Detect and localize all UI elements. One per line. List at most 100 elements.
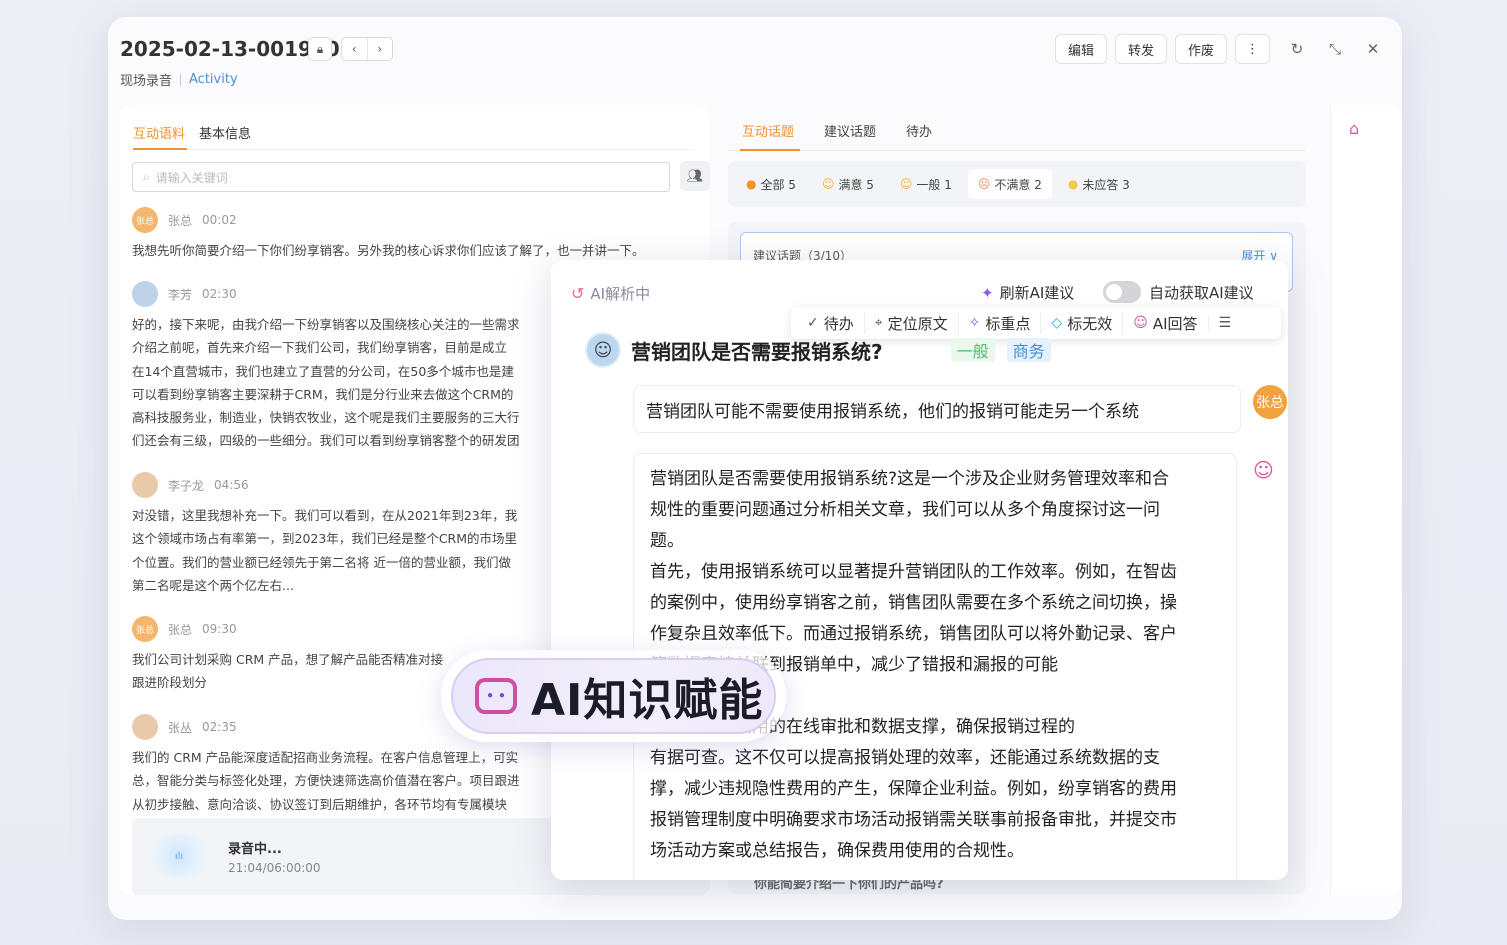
collapse-icon[interactable]: ⤡ <box>1324 38 1346 60</box>
question-row: ☺ 营销团队是否需要报销系统? 一般 商务 <box>585 332 1051 368</box>
tab-divider <box>133 149 693 150</box>
filter-label: 全部 5 <box>760 177 796 192</box>
customer-reply: 营销团队可能不需要使用报销系统，他们的报销可能走另一个系统 <box>633 385 1241 433</box>
breadcrumb-activity-link[interactable]: Activity <box>189 72 238 87</box>
tab-todo[interactable]: 待办 <box>906 121 932 140</box>
edit-button[interactable]: 编辑 <box>1054 34 1107 64</box>
robot-icon: ☺ <box>1253 458 1274 482</box>
speaker-name: 张总 <box>168 213 193 228</box>
ai-status: ↺ AI解析中 <box>571 283 650 304</box>
sparkle-icon: ✦ <box>981 283 994 302</box>
tab-interaction-corpus[interactable]: 互动语料 <box>133 123 185 142</box>
auto-ai-label: 自动获取AI建议 <box>1149 284 1254 302</box>
lock-icon: 🔒︎ <box>316 41 324 56</box>
search-placeholder: 请输入关键词 <box>155 170 228 185</box>
robot-icon: • • <box>475 678 517 714</box>
avatar: 张总 <box>132 616 158 642</box>
timestamp[interactable]: 09:30 <box>202 622 237 636</box>
check-circle-icon: ✓ <box>807 315 819 331</box>
filter-satisfied[interactable]: ☺ 满意 5 <box>812 169 884 199</box>
feature-badge-inner: • • AI知识赋能 <box>451 658 776 734</box>
mark-key-button[interactable]: ✧ 标重点 <box>957 312 1041 334</box>
avatar <box>132 281 158 307</box>
toolbar-label: 待办 <box>823 314 854 333</box>
refresh-icon[interactable]: ↻ <box>1286 38 1308 60</box>
speaker-name: 李芳 <box>168 287 193 302</box>
toolbar-label: 标重点 <box>985 314 1031 333</box>
prev-button[interactable]: ‹ <box>342 38 367 60</box>
mark-invalid-button[interactable]: ◇ 标无效 <box>1040 312 1122 334</box>
tab-basic-info[interactable]: 基本信息 <box>199 123 251 142</box>
todo-button[interactable]: ✓ 待办 <box>797 313 864 334</box>
smile-icon: ☺ <box>821 177 835 191</box>
category-tag: 商务 <box>1006 338 1051 362</box>
avatar <box>132 472 158 498</box>
search-icon: ⌕ <box>143 169 150 184</box>
recording-time: 21:04/06:00:00 <box>228 861 321 875</box>
list-menu-button[interactable]: ☰ <box>1207 315 1242 331</box>
neutral-face-icon: ☺ <box>899 177 913 191</box>
feature-badge-text: AI知识赋能 <box>531 675 764 726</box>
speaker-name: 李子龙 <box>168 478 205 493</box>
filter-unanswered[interactable]: ● 未应答 3 <box>1058 169 1140 199</box>
search-input[interactable]: ⌕ 请输入关键词 <box>132 162 670 192</box>
locate-source-button[interactable]: ⌖ 定位原文 <box>863 312 958 334</box>
avatar: ☺ <box>585 332 621 368</box>
elapsed-time: 21:04 <box>228 861 263 875</box>
message-text: 我想先听你简要介绍一下你们纷享销客。另外我的核心诉求你们应该了解了，也一并讲一下… <box>132 243 645 258</box>
toolbar-label: AI回答 <box>1152 314 1198 333</box>
robot-icon[interactable]: ⌂ <box>1349 119 1359 138</box>
filter-unsatisfied[interactable]: ☹ 不满意 2 <box>967 169 1052 199</box>
filter-all[interactable]: ● 全部 5 <box>736 169 806 199</box>
speaker-name: 张丛 <box>168 720 193 735</box>
auto-ai-toggle[interactable] <box>1103 281 1141 303</box>
pin-icon: ✧ <box>968 315 981 331</box>
avatar <box>132 714 158 740</box>
recording-status: 录音中... <box>228 842 282 857</box>
robot-icon: ☺ <box>1133 315 1148 331</box>
active-tab-underline <box>740 149 800 151</box>
frown-icon: ☹ <box>977 177 991 191</box>
list-icon: ☰ <box>1218 315 1232 331</box>
breadcrumb-source: 现场录音 <box>120 74 173 89</box>
timestamp[interactable]: 02:30 <box>202 287 237 301</box>
next-button[interactable]: › <box>366 38 393 60</box>
prev-next-nav: ‹ › <box>341 37 393 61</box>
locate-icon: ⌖ <box>874 315 883 331</box>
bell-icon: ● <box>1067 177 1079 191</box>
ai-answer-button[interactable]: ☺ AI回答 <box>1122 312 1207 334</box>
void-button[interactable]: 作废 <box>1174 34 1227 64</box>
timestamp[interactable]: 04:56 <box>214 478 249 492</box>
filter-neutral[interactable]: ☺ 一般 1 <box>890 169 962 199</box>
ai-status-label: AI解析中 <box>590 285 651 303</box>
filter-label: 满意 5 <box>838 177 874 192</box>
avatar: 张总 <box>1253 385 1287 419</box>
speaker-filter-button[interactable]: 👥︎ <box>680 161 710 191</box>
timestamp[interactable]: 02:35 <box>202 720 237 734</box>
refresh-ai-button[interactable]: ✦ 刷新AI建议 <box>981 282 1074 303</box>
refresh-ai-label: 刷新AI建议 <box>999 284 1075 302</box>
breadcrumb-separator <box>180 73 182 86</box>
left-tabs: 互动语料 基本信息 <box>133 123 251 142</box>
close-icon[interactable]: ✕ <box>1362 38 1384 60</box>
filter-label: 未应答 3 <box>1082 177 1130 192</box>
tab-interaction-topics[interactable]: 互动话题 <box>742 121 794 140</box>
waveform-icon: ılı <box>146 834 212 878</box>
timestamp[interactable]: 00:02 <box>202 213 237 227</box>
user-icon: 👥︎ <box>686 168 704 184</box>
ai-side-strip: ⌂ <box>1330 105 1402 895</box>
forward-button[interactable]: 转发 <box>1114 34 1167 64</box>
lock-button[interactable]: 🔒︎ <box>308 37 332 61</box>
list-item: 张总 张总 00:02 我想先听你简要介绍一下你们纷享销客。另外我的核心诉求你们应该… <box>132 207 702 262</box>
eraser-icon: ◇ <box>1051 315 1063 331</box>
filter-label: 一般 1 <box>916 177 952 192</box>
total-time: /06:00:00 <box>262 861 321 875</box>
avatar: 张总 <box>132 207 158 233</box>
breadcrumb: 现场录音 Activity <box>120 70 238 89</box>
loading-icon: ↺ <box>571 284 585 303</box>
toolbar-label: 标无效 <box>1067 314 1113 333</box>
chat-icon: ● <box>746 177 757 191</box>
tab-suggested-topics[interactable]: 建议话题 <box>824 121 876 140</box>
more-button[interactable]: ⋮ <box>1235 34 1270 64</box>
feature-badge: • • AI知识赋能 <box>441 650 786 742</box>
